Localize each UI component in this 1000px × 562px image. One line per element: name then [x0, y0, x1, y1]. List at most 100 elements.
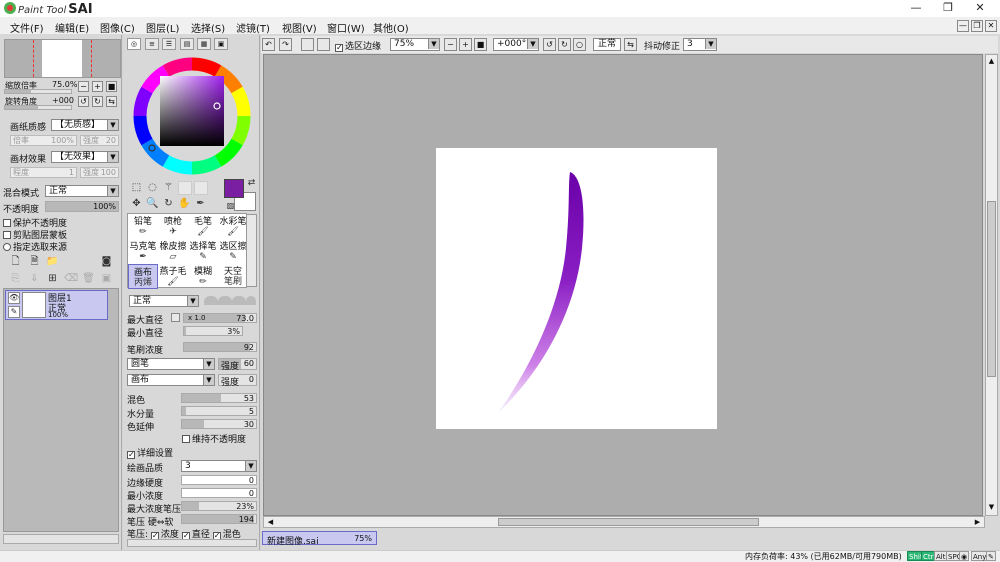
brush-texture-select[interactable]: 画布 ▼	[127, 374, 215, 386]
menu-file[interactable]: 文件(F)	[10, 20, 44, 35]
shape-strength-slider[interactable]: 强度 60	[218, 358, 257, 372]
hscroll-thumb[interactable]	[498, 518, 759, 526]
max-pressure-slider[interactable]: 23%	[181, 501, 257, 511]
tool-swallow-brush[interactable]: 燕子毛 🖌	[158, 264, 188, 289]
canvas-hscrollbar[interactable]: ◀ ▶	[263, 516, 985, 528]
brush-shape-icon[interactable]	[246, 296, 256, 305]
merge-down-icon[interactable]: ⊞	[46, 272, 59, 285]
selection-edge-checkbox[interactable]: ✓ 选区边缘	[335, 39, 381, 52]
menu-layer[interactable]: 图层(L)	[146, 20, 179, 35]
tool-marker[interactable]: 马克笔 ✒	[128, 239, 158, 264]
apply-mask-icon[interactable]: ▣	[100, 272, 113, 285]
brush-shape-select[interactable]: 圆笔 ▼	[127, 358, 215, 370]
eye-icon[interactable]: 👁	[8, 292, 20, 304]
rgb-slider-tab[interactable]: ≡	[145, 38, 159, 50]
brush-blend-select[interactable]: 正常 ▼	[129, 295, 199, 307]
dilution-slider[interactable]: 5	[181, 406, 257, 416]
tool-grid-scrollbar[interactable]	[246, 214, 257, 287]
blending-slider[interactable]: 53	[181, 393, 257, 403]
brush-shape-icon[interactable]	[232, 296, 246, 305]
size-lock-button[interactable]	[171, 313, 180, 322]
tool-airbrush[interactable]: 喷枪 ✈	[158, 214, 188, 239]
hsv-slider-tab[interactable]: ☰	[162, 38, 176, 50]
tool-pencil[interactable]: 铅笔 ✏	[128, 214, 158, 239]
layer-row[interactable]: 👁 ✎ 图层1 正常 100%	[5, 290, 108, 320]
new-folder-icon[interactable]: 📁	[46, 255, 59, 268]
tool-select-eraser[interactable]: 选区擦 ✎	[218, 239, 248, 264]
new-linework-layer-icon[interactable]: 🗎	[28, 255, 41, 268]
persistence-slider[interactable]: 30	[181, 419, 257, 429]
menu-other[interactable]: 其他(O)	[373, 20, 409, 35]
scroll-down-icon[interactable]: ▼	[987, 503, 996, 512]
zoom-select[interactable]: 75% ▼	[390, 38, 440, 51]
toolbar-zoom-reset-button[interactable]: ■	[474, 38, 487, 51]
selection-source-radio[interactable]: 指定选取来源	[3, 240, 67, 253]
scroll-up-icon[interactable]: ▲	[987, 57, 996, 66]
menu-view[interactable]: 视图(V)	[282, 20, 317, 35]
scroll-right-icon[interactable]: ▶	[973, 518, 982, 527]
keep-opacity-checkbox[interactable]: 维持不透明度	[182, 432, 246, 445]
toolbar-rotate-reset-button[interactable]: ○	[573, 38, 586, 51]
rotate-slider[interactable]	[4, 105, 72, 110]
tool-select-pen[interactable]: 选择笔 ✎	[188, 239, 218, 264]
layer-mask-icon[interactable]: ◙	[100, 255, 113, 268]
advanced-settings-checkbox[interactable]: ✓ 详细设置	[127, 446, 173, 459]
blend-mode-select[interactable]: 正常 ▼	[45, 185, 119, 197]
navigator-preview[interactable]	[4, 39, 121, 78]
tool-brush[interactable]: 毛笔 🖌	[188, 214, 218, 239]
menu-image[interactable]: 图像(C)	[100, 20, 135, 35]
zoom-out-button[interactable]: −	[78, 81, 89, 92]
rotate-right-button[interactable]: ↻	[92, 96, 103, 107]
rotate-left-button[interactable]: ↺	[78, 96, 89, 107]
flip-view-button[interactable]: ⇆	[624, 38, 637, 51]
edge-hardness-slider[interactable]: 0	[181, 475, 257, 485]
rect-select-icon[interactable]: ⬚	[130, 181, 143, 194]
copy-layer-icon[interactable]: ⎘	[9, 272, 22, 285]
invert-selection-button[interactable]	[317, 38, 330, 51]
redo-button[interactable]: ↷	[279, 38, 292, 51]
view-mode-button[interactable]: 正常	[593, 38, 621, 51]
menu-filter[interactable]: 滤镜(T)	[236, 20, 270, 35]
delete-layer-icon[interactable]: 🗑	[82, 272, 95, 285]
deselect-button[interactable]	[301, 38, 314, 51]
swatches-tab[interactable]: ▦	[197, 38, 211, 50]
max-size-slider[interactable]: x 1.0 73.0	[183, 313, 257, 323]
mixer-tab[interactable]: ▤	[180, 38, 194, 50]
toolbar-rotate-left-button[interactable]: ↺	[543, 38, 556, 51]
density-slider[interactable]: 92	[183, 342, 257, 352]
menu-edit[interactable]: 编辑(E)	[55, 20, 89, 35]
tool-panel-hscrollbar[interactable]	[127, 539, 257, 547]
tool-eraser[interactable]: 橡皮擦 ▱	[158, 239, 188, 264]
rotate-view-icon[interactable]: ↻	[162, 197, 175, 210]
tool-watercolor[interactable]: 水彩笔 🖌	[218, 214, 248, 239]
clear-layer-icon[interactable]: ⌫	[64, 272, 78, 285]
canvas-vscrollbar[interactable]: ▲ ▼	[985, 54, 998, 516]
pressure-slider[interactable]: 194	[181, 514, 257, 524]
flip-button[interactable]: ⇆	[106, 96, 117, 107]
angle-select[interactable]: +000° ▼	[493, 38, 539, 51]
transfer-down-icon[interactable]: ⇓	[28, 272, 41, 285]
menu-window[interactable]: 窗口(W)	[327, 20, 365, 35]
pen-lock-icon[interactable]: ✎	[8, 306, 20, 318]
transparent-color-icon[interactable]: ▨	[224, 199, 237, 212]
opacity-slider[interactable]: 100%	[45, 201, 119, 212]
vscroll-thumb[interactable]	[987, 201, 996, 377]
paper-texture-select[interactable]: 【无质感】 ▼	[51, 119, 119, 131]
tool-canvas-acrylic[interactable]: 画布 丙烯	[128, 264, 158, 289]
texture-strength-slider[interactable]: 强度 0	[218, 374, 257, 388]
zoom-slider[interactable]	[4, 89, 72, 94]
document-tab[interactable]: 新建图像.sai 75%	[262, 531, 377, 547]
new-layer-icon[interactable]: 🗋	[9, 255, 22, 268]
minimize-button[interactable]: —	[905, 1, 927, 15]
foreground-color-swatch[interactable]	[224, 179, 244, 198]
eyedropper-icon[interactable]: ✒	[194, 197, 207, 210]
brush-shape-icon[interactable]	[218, 296, 232, 305]
scratchpad-tab[interactable]: ▣	[214, 38, 228, 50]
menu-select[interactable]: 选择(S)	[191, 20, 225, 35]
toolbar-zoom-in-button[interactable]: +	[459, 38, 472, 51]
paper-effect-select[interactable]: 【无效果】 ▼	[51, 151, 119, 163]
toolbar-zoom-out-button[interactable]: −	[444, 38, 457, 51]
stabilizer-select[interactable]: 3 ▼	[683, 38, 717, 51]
swap-colors-icon[interactable]: ⇄	[245, 177, 258, 190]
tool-blur[interactable]: 模糊 ✏	[188, 264, 218, 289]
